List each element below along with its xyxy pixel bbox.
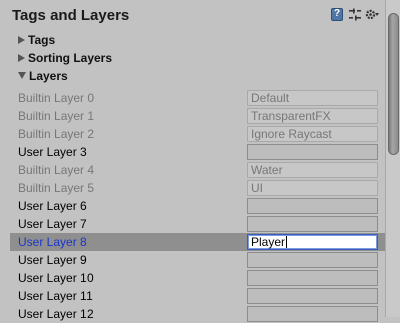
layer-index: 11 xyxy=(80,289,94,303)
layer-label: User Layer 12 xyxy=(18,307,94,321)
layer-name-value: Ignore Raycast xyxy=(251,127,332,141)
tags-foldout[interactable]: Tags xyxy=(18,32,55,48)
layer-name-value: TransparentFX xyxy=(251,109,331,123)
layer-name-input: UI xyxy=(247,180,378,196)
layer-prefix: User Layer xyxy=(18,199,77,213)
layer-prefix: Builtin Layer xyxy=(18,109,85,123)
inspector-header: Tags and Layers xyxy=(0,0,385,31)
layer-row[interactable]: User Layer 9 xyxy=(10,251,385,269)
layers-foldout[interactable]: Layers xyxy=(18,68,68,84)
layer-index: 10 xyxy=(80,271,94,285)
preset-icon[interactable] xyxy=(349,8,361,21)
layer-name-input: Ignore Raycast xyxy=(247,126,378,142)
layer-name-input[interactable] xyxy=(247,270,378,286)
layer-label: Builtin Layer 0 xyxy=(18,91,94,105)
layer-name-value: Default xyxy=(251,91,290,105)
layer-prefix: User Layer xyxy=(18,307,77,321)
layer-row[interactable]: User Layer 12 xyxy=(10,305,385,323)
layer-name-input[interactable] xyxy=(247,306,378,322)
layer-row[interactable]: Builtin Layer 0 Default xyxy=(10,89,385,107)
layer-row[interactable]: User Layer 7 xyxy=(10,215,385,233)
tags-label: Tags xyxy=(28,33,56,47)
layers-list: Builtin Layer 0 Default Builtin Layer 1 Tra… xyxy=(10,89,385,323)
layer-row[interactable]: Builtin Layer 2 Ignore Raycast xyxy=(10,125,385,143)
layer-prefix: User Layer xyxy=(18,289,77,303)
expand-arrow-icon xyxy=(18,35,25,44)
layer-index: 5 xyxy=(87,181,95,195)
layer-index: 3 xyxy=(80,145,88,159)
layer-label: Builtin Layer 5 xyxy=(18,181,94,195)
layer-row[interactable]: Builtin Layer 4 Water xyxy=(10,161,385,179)
layer-label: User Layer 10 xyxy=(18,271,94,285)
layer-prefix: Builtin Layer xyxy=(18,163,85,177)
gear-icon[interactable] xyxy=(365,8,380,21)
layer-name-input[interactable] xyxy=(247,288,378,304)
help-icon[interactable] xyxy=(331,8,343,21)
sorting-layers-label: Sorting Layers xyxy=(28,51,113,65)
layer-row[interactable]: User Layer 3 xyxy=(10,143,385,161)
sorting-layers-foldout[interactable]: Sorting Layers xyxy=(18,50,112,66)
layer-prefix: Builtin Layer xyxy=(18,127,85,141)
layer-prefix: User Layer xyxy=(18,253,77,267)
layers-label: Layers xyxy=(29,69,68,83)
layer-prefix: Builtin Layer xyxy=(18,181,85,195)
layer-name-input[interactable] xyxy=(247,252,378,268)
layer-name-input-active[interactable]: Player xyxy=(247,234,378,250)
layer-prefix: Builtin Layer xyxy=(18,91,85,105)
layer-prefix: User Layer xyxy=(18,271,77,285)
layer-label: Builtin Layer 1 xyxy=(18,109,94,123)
layer-row[interactable]: User Layer 11 xyxy=(10,287,385,305)
collapse-arrow-icon xyxy=(18,72,26,80)
layer-index: 9 xyxy=(80,253,88,267)
layer-prefix: User Layer xyxy=(18,217,77,231)
layer-name-input: TransparentFX xyxy=(247,108,378,124)
text-caret xyxy=(286,236,288,248)
layer-row[interactable]: User Layer 10 xyxy=(10,269,385,287)
layer-label: User Layer 7 xyxy=(18,217,87,231)
layer-name-value: Water xyxy=(251,163,283,177)
layer-label: Builtin Layer 4 xyxy=(18,163,94,177)
layer-row[interactable]: User Layer 8 Player xyxy=(10,233,385,251)
layer-index: 0 xyxy=(87,91,95,105)
layer-row[interactable]: User Layer 6 xyxy=(10,197,385,215)
layer-name-input[interactable] xyxy=(247,144,378,160)
layer-prefix: User Layer xyxy=(18,145,77,159)
layer-row[interactable]: Builtin Layer 5 UI xyxy=(10,179,385,197)
layer-label: User Layer 3 xyxy=(18,145,87,159)
layer-index: 6 xyxy=(80,199,88,213)
layer-index: 4 xyxy=(87,163,95,177)
layer-index: 12 xyxy=(80,307,94,321)
layer-name-input[interactable] xyxy=(247,198,378,214)
layer-label: User Layer 11 xyxy=(18,289,93,303)
layer-index: 2 xyxy=(87,127,95,141)
tags-and-layers-panel: Tags and Layers Tags Sorting Layers xyxy=(0,0,385,322)
scrollbar-thumb[interactable] xyxy=(388,13,399,155)
layer-name-value: UI xyxy=(251,181,263,195)
layer-index: 8 xyxy=(80,235,88,249)
expand-arrow-icon xyxy=(18,53,25,62)
layer-label: User Layer 6 xyxy=(18,199,87,213)
layer-index: 1 xyxy=(87,109,95,123)
layer-label: Builtin Layer 2 xyxy=(18,127,94,141)
layer-name-input[interactable] xyxy=(247,216,378,232)
panel-title: Tags and Layers xyxy=(12,7,130,24)
layer-name-input: Water xyxy=(247,162,378,178)
layer-name-input: Default xyxy=(247,90,378,106)
layer-label: User Layer 9 xyxy=(18,253,87,267)
layer-name-value: Player xyxy=(251,235,286,249)
layer-row[interactable]: Builtin Layer 1 TransparentFX xyxy=(10,107,385,125)
layer-index: 7 xyxy=(80,217,88,231)
layer-label: User Layer 8 xyxy=(18,235,87,249)
vertical-scrollbar[interactable] xyxy=(385,0,400,317)
layer-prefix: User Layer xyxy=(18,235,77,249)
